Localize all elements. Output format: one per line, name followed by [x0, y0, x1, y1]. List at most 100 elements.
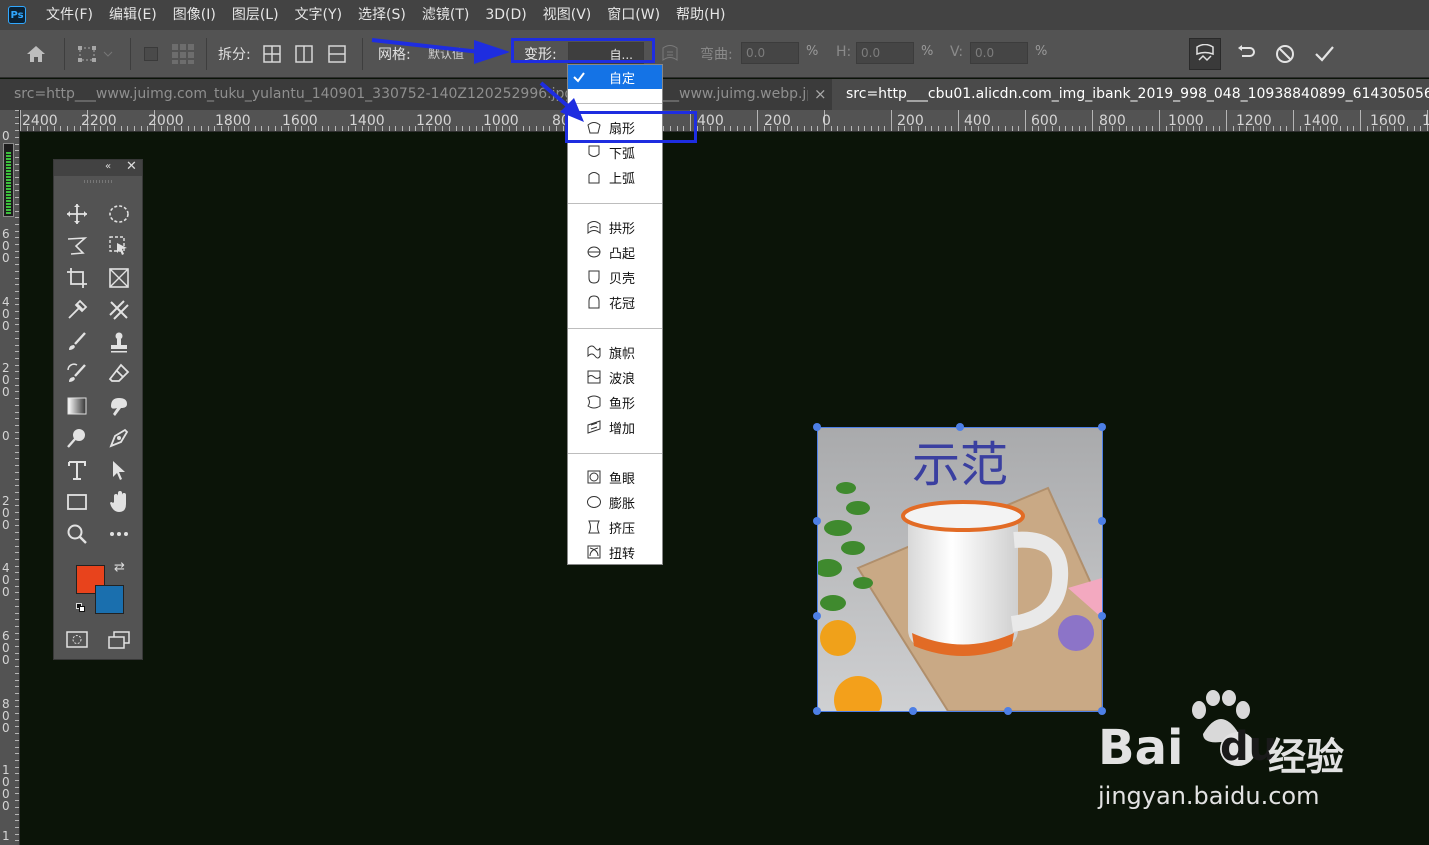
warp-option-shell-upper[interactable]: 花冠	[568, 290, 662, 314]
commit-transform-button[interactable]	[1310, 30, 1338, 78]
ruler-tick	[998, 126, 1000, 131]
crop-tool[interactable]	[62, 264, 92, 292]
ruler-tick	[15, 237, 19, 239]
ruler-label: 2 0 0	[2, 494, 10, 532]
clone-stamp-tool[interactable]	[104, 328, 134, 356]
split-horizontal-button[interactable]	[325, 30, 349, 78]
ruler-tick	[15, 579, 19, 580]
warp-option-arc-upper[interactable]: 上弧	[568, 165, 662, 189]
transform-tool-preset[interactable]	[72, 30, 118, 78]
warp-option-shell-lower[interactable]: 贝壳	[568, 265, 662, 289]
menu-3d[interactable]: 3D(D)	[477, 0, 534, 30]
ruler-tick	[15, 163, 19, 165]
smudge-tool[interactable]	[104, 392, 134, 420]
warp-option-fish[interactable]: 鱼形	[568, 390, 662, 414]
quick-mask-button[interactable]	[62, 626, 92, 654]
menu-window[interactable]: 窗口(W)	[599, 0, 668, 30]
transform-handle[interactable]	[813, 707, 821, 715]
warp-option-arc-lower[interactable]: 下弧	[568, 140, 662, 164]
hand-tool[interactable]	[104, 488, 134, 516]
menu-file[interactable]: 文件(F)	[38, 0, 101, 30]
transform-handle[interactable]	[813, 612, 821, 620]
level-meter	[3, 143, 14, 217]
eyedropper-tool[interactable]	[62, 296, 92, 324]
history-brush-tool[interactable]	[62, 360, 92, 388]
ruler-tick	[15, 438, 19, 440]
more-tools-button[interactable]	[104, 520, 134, 548]
grid-preset-icon[interactable]	[168, 30, 198, 78]
flag-icon	[586, 344, 602, 360]
ruler-tick	[1366, 126, 1368, 131]
transform-handle[interactable]	[909, 707, 917, 715]
default-colors-icon[interactable]	[76, 603, 85, 612]
document-tab-active[interactable]: src=http___cbu01.alicdn.com_img_ibank_20…	[832, 79, 1429, 110]
type-tool[interactable]	[62, 456, 92, 484]
reset-warp-button[interactable]	[1232, 30, 1260, 78]
pen-tool[interactable]	[104, 424, 134, 452]
warp-mode-toggle[interactable]	[1188, 30, 1222, 78]
elliptical-marquee-tool[interactable]	[104, 200, 134, 228]
eraser-tool[interactable]	[104, 360, 134, 388]
ruler-tick	[951, 126, 953, 131]
menu-view[interactable]: 视图(V)	[535, 0, 600, 30]
healing-brush-tool[interactable]	[104, 296, 134, 324]
warp-checkbox[interactable]	[142, 30, 160, 78]
path-selection-tool[interactable]	[104, 456, 134, 484]
object-selection-tool[interactable]	[104, 232, 134, 260]
ruler-tick	[15, 699, 19, 701]
menu-layer[interactable]: 图层(L)	[224, 0, 287, 30]
warp-option-squeeze[interactable]: 挤压	[568, 515, 662, 539]
zoom-tool[interactable]	[62, 520, 92, 548]
h-distortion-input[interactable]: 0.0	[856, 42, 914, 64]
ruler-tick	[15, 183, 19, 185]
transform-handle[interactable]	[956, 423, 964, 431]
split-cross-button[interactable]	[260, 30, 284, 78]
warp-option-twist[interactable]: 扭转	[568, 540, 662, 564]
menu-select[interactable]: 选择(S)	[350, 0, 414, 30]
bend-input[interactable]: 0.0	[741, 42, 799, 64]
rectangle-tool[interactable]	[62, 488, 92, 516]
warp-option-arch[interactable]: 拱形	[568, 215, 662, 239]
transform-handle[interactable]	[813, 517, 821, 525]
menu-filter[interactable]: 滤镜(T)	[414, 0, 477, 30]
document-tab-inactive[interactable]: src=http___www.juimg.com_tuku_yulantu_14…	[0, 79, 832, 110]
swap-colors-icon[interactable]: ⇄	[114, 560, 125, 575]
polygonal-lasso-tool[interactable]	[62, 232, 92, 260]
warp-option-rise[interactable]: 增加	[568, 415, 662, 439]
ruler-label: 1200	[1236, 113, 1272, 129]
transform-handle[interactable]	[1098, 612, 1106, 620]
warp-option-inflate[interactable]: 膨胀	[568, 490, 662, 514]
frame-tool[interactable]	[104, 264, 134, 292]
collapse-icon[interactable]: «	[105, 160, 111, 174]
gradient-tool[interactable]	[62, 392, 92, 420]
transform-handle[interactable]	[813, 423, 821, 431]
warp-option-flag[interactable]: 旗帜	[568, 340, 662, 364]
cancel-transform-button[interactable]	[1271, 30, 1299, 78]
vertical-ruler[interactable]: 0 6 0 0 4 0 0 2 0 0 0 2 0 0 4 0 0 6 0 0 8 0 0 1 0…	[0, 110, 20, 845]
close-icon[interactable]: ✕	[126, 159, 137, 175]
v-distortion-input[interactable]: 0.0	[970, 42, 1028, 64]
ruler-tick	[66, 126, 68, 131]
transform-handle[interactable]	[1098, 517, 1106, 525]
tab-close-icon[interactable]: ×	[808, 79, 833, 110]
transform-handle[interactable]	[1098, 423, 1106, 431]
menu-type[interactable]: 文字(Y)	[287, 0, 350, 30]
warp-option-wave[interactable]: 波浪	[568, 365, 662, 389]
brush-tool[interactable]	[62, 328, 92, 356]
tools-panel-header[interactable]: « ✕	[54, 159, 142, 176]
home-button[interactable]	[20, 30, 52, 78]
transform-handle[interactable]	[1004, 707, 1012, 715]
menu-image[interactable]: 图像(I)	[165, 0, 224, 30]
dodge-tool[interactable]	[62, 424, 92, 452]
menu-edit[interactable]: 编辑(E)	[101, 0, 165, 30]
background-color-swatch[interactable]	[95, 585, 124, 614]
move-tool[interactable]	[62, 200, 92, 228]
menu-help[interactable]: 帮助(H)	[668, 0, 733, 30]
warp-option-fisheye[interactable]: 鱼眼	[568, 465, 662, 489]
screen-mode-button[interactable]	[104, 626, 134, 654]
warp-option-bulge[interactable]: 凸起	[568, 240, 662, 264]
transform-bounding-box[interactable]	[813, 423, 1106, 715]
horizontal-ruler[interactable]: 2400 2200 2000 1800 1600 1400 1200 1000 80 400 200…	[20, 110, 1429, 132]
split-vertical-button[interactable]	[292, 30, 316, 78]
ruler-tick	[15, 264, 19, 266]
